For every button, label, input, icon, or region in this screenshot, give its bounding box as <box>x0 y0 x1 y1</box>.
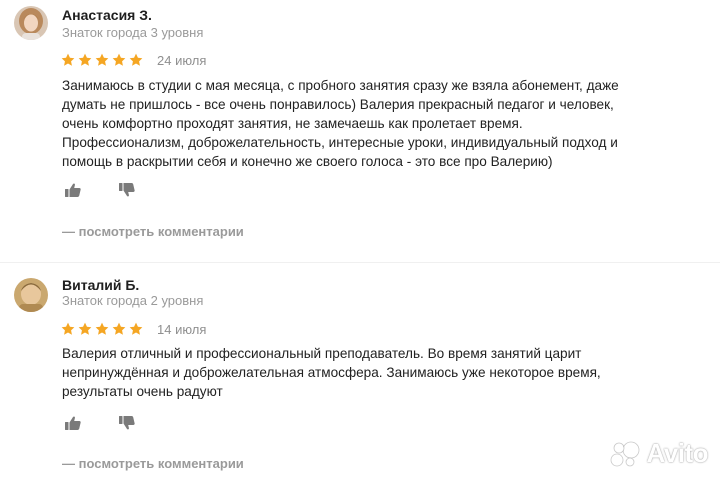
like-button[interactable] <box>62 180 84 200</box>
star-icon <box>61 322 75 335</box>
star-icon <box>112 53 126 66</box>
star-icon <box>129 53 143 66</box>
author-name[interactable]: Виталий Б. <box>62 277 139 293</box>
thumbs-down-icon <box>119 183 135 197</box>
star-icon <box>78 322 92 335</box>
star-icon <box>95 53 109 66</box>
review-text-line: помощь в раскрытии себя и конечно же сво… <box>62 154 553 169</box>
review-text: Занимаюсь в студии с мая месяца, с пробн… <box>62 76 712 171</box>
avito-watermark: Avito <box>608 438 708 469</box>
review-text-line: Профессионализм, доброжелательность, инт… <box>62 135 618 150</box>
review-text-line: Валерия отличный и профессиональный преп… <box>62 346 582 361</box>
star-icon <box>78 53 92 66</box>
avatar[interactable] <box>14 6 48 40</box>
vote-controls <box>62 180 138 200</box>
dislike-button[interactable] <box>116 180 138 200</box>
thumbs-down-icon <box>119 416 135 430</box>
review-text: Валерия отличный и профессиональный преп… <box>62 344 712 401</box>
review-text-line: непринуждённая и доброжелательная атмосф… <box>62 365 601 380</box>
thumbs-up-icon <box>65 416 81 430</box>
review-text-line: Занимаюсь в студии с мая месяца, с пробн… <box>62 78 619 93</box>
review-date: 14 июля <box>157 321 207 337</box>
review-text-line: очень комфортно проходят занятия, не зам… <box>62 116 523 131</box>
author-level: Знаток города 3 уровня <box>62 25 204 40</box>
avatar-man-photo <box>14 278 48 312</box>
review-text-line: думать не пришлось - все очень понравило… <box>62 97 614 112</box>
author-name[interactable]: Анастасия З. <box>62 7 152 23</box>
thumbs-up-icon <box>65 183 81 197</box>
star-icon <box>61 53 75 66</box>
like-button[interactable] <box>62 413 84 433</box>
avatar-woman-photo <box>14 6 48 40</box>
vote-controls <box>62 413 138 433</box>
avito-logo-icon <box>611 441 640 466</box>
star-rating <box>60 52 144 68</box>
author-level: Знаток города 2 уровня <box>62 293 204 308</box>
avatar[interactable] <box>14 278 48 312</box>
star-icon <box>95 322 109 335</box>
dislike-button[interactable] <box>116 413 138 433</box>
rating-row: 14 июля <box>60 320 206 338</box>
avito-watermark-text: Avito <box>646 438 708 468</box>
star-icon <box>112 322 126 335</box>
review-text-line: результаты очень радуют <box>62 384 223 399</box>
rating-row: 24 июля <box>60 51 206 69</box>
review-date: 24 июля <box>157 52 207 68</box>
view-comments-link[interactable]: — посмотреть комментарии <box>62 456 244 471</box>
star-icon <box>129 322 143 335</box>
review-separator <box>0 262 720 263</box>
star-rating <box>60 321 144 337</box>
view-comments-link[interactable]: — посмотреть комментарии <box>62 224 244 239</box>
